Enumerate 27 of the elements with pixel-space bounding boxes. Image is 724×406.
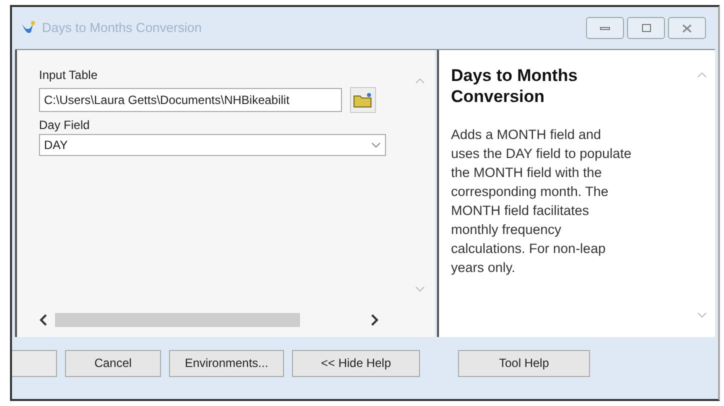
maximize-button[interactable]: [627, 17, 665, 39]
chevron-down-icon: [371, 142, 381, 148]
close-button[interactable]: [668, 17, 706, 39]
field-label: Day Field: [39, 117, 91, 134]
scroll-left-icon[interactable]: [39, 314, 47, 326]
dialog-button[interactable]: Tool Help: [458, 350, 590, 376]
dialog-button[interactable]: Environments...: [169, 350, 284, 376]
window-title: Days to Months Conversion: [42, 19, 202, 38]
dialog-button[interactable]: << Hide Help: [292, 350, 420, 376]
scroll-right-icon[interactable]: [371, 314, 379, 326]
scroll-down-icon: [697, 312, 707, 318]
close-icon: [682, 24, 692, 32]
folder-icon: [353, 92, 373, 108]
input-field[interactable]: C:\Users\Laura Getts\Documents\NHBikeabilit: [39, 88, 342, 112]
help-text: Adds a MONTH field and uses the DAY field to populate the MONTH field with the corresponding month. The MONTH field facilitates monthly frequency calculations. For non-leap years only.: [451, 126, 632, 277]
minimize-button[interactable]: [586, 17, 624, 39]
field-label: Input Table: [39, 67, 98, 84]
scroll-down-icon: [415, 286, 425, 292]
scroll-up-icon: [415, 78, 425, 84]
browse-button[interactable]: [350, 87, 376, 113]
dialog-button[interactable]: Cancel: [65, 350, 161, 376]
scroll-up-icon: [697, 72, 707, 78]
dropdown[interactable]: DAY: [39, 134, 386, 156]
tool-icon: [20, 20, 36, 36]
partial-button[interactable]: [12, 350, 57, 376]
help-title: Days to Months Conversion: [451, 65, 579, 107]
scrollbar-thumb[interactable]: [55, 313, 300, 327]
